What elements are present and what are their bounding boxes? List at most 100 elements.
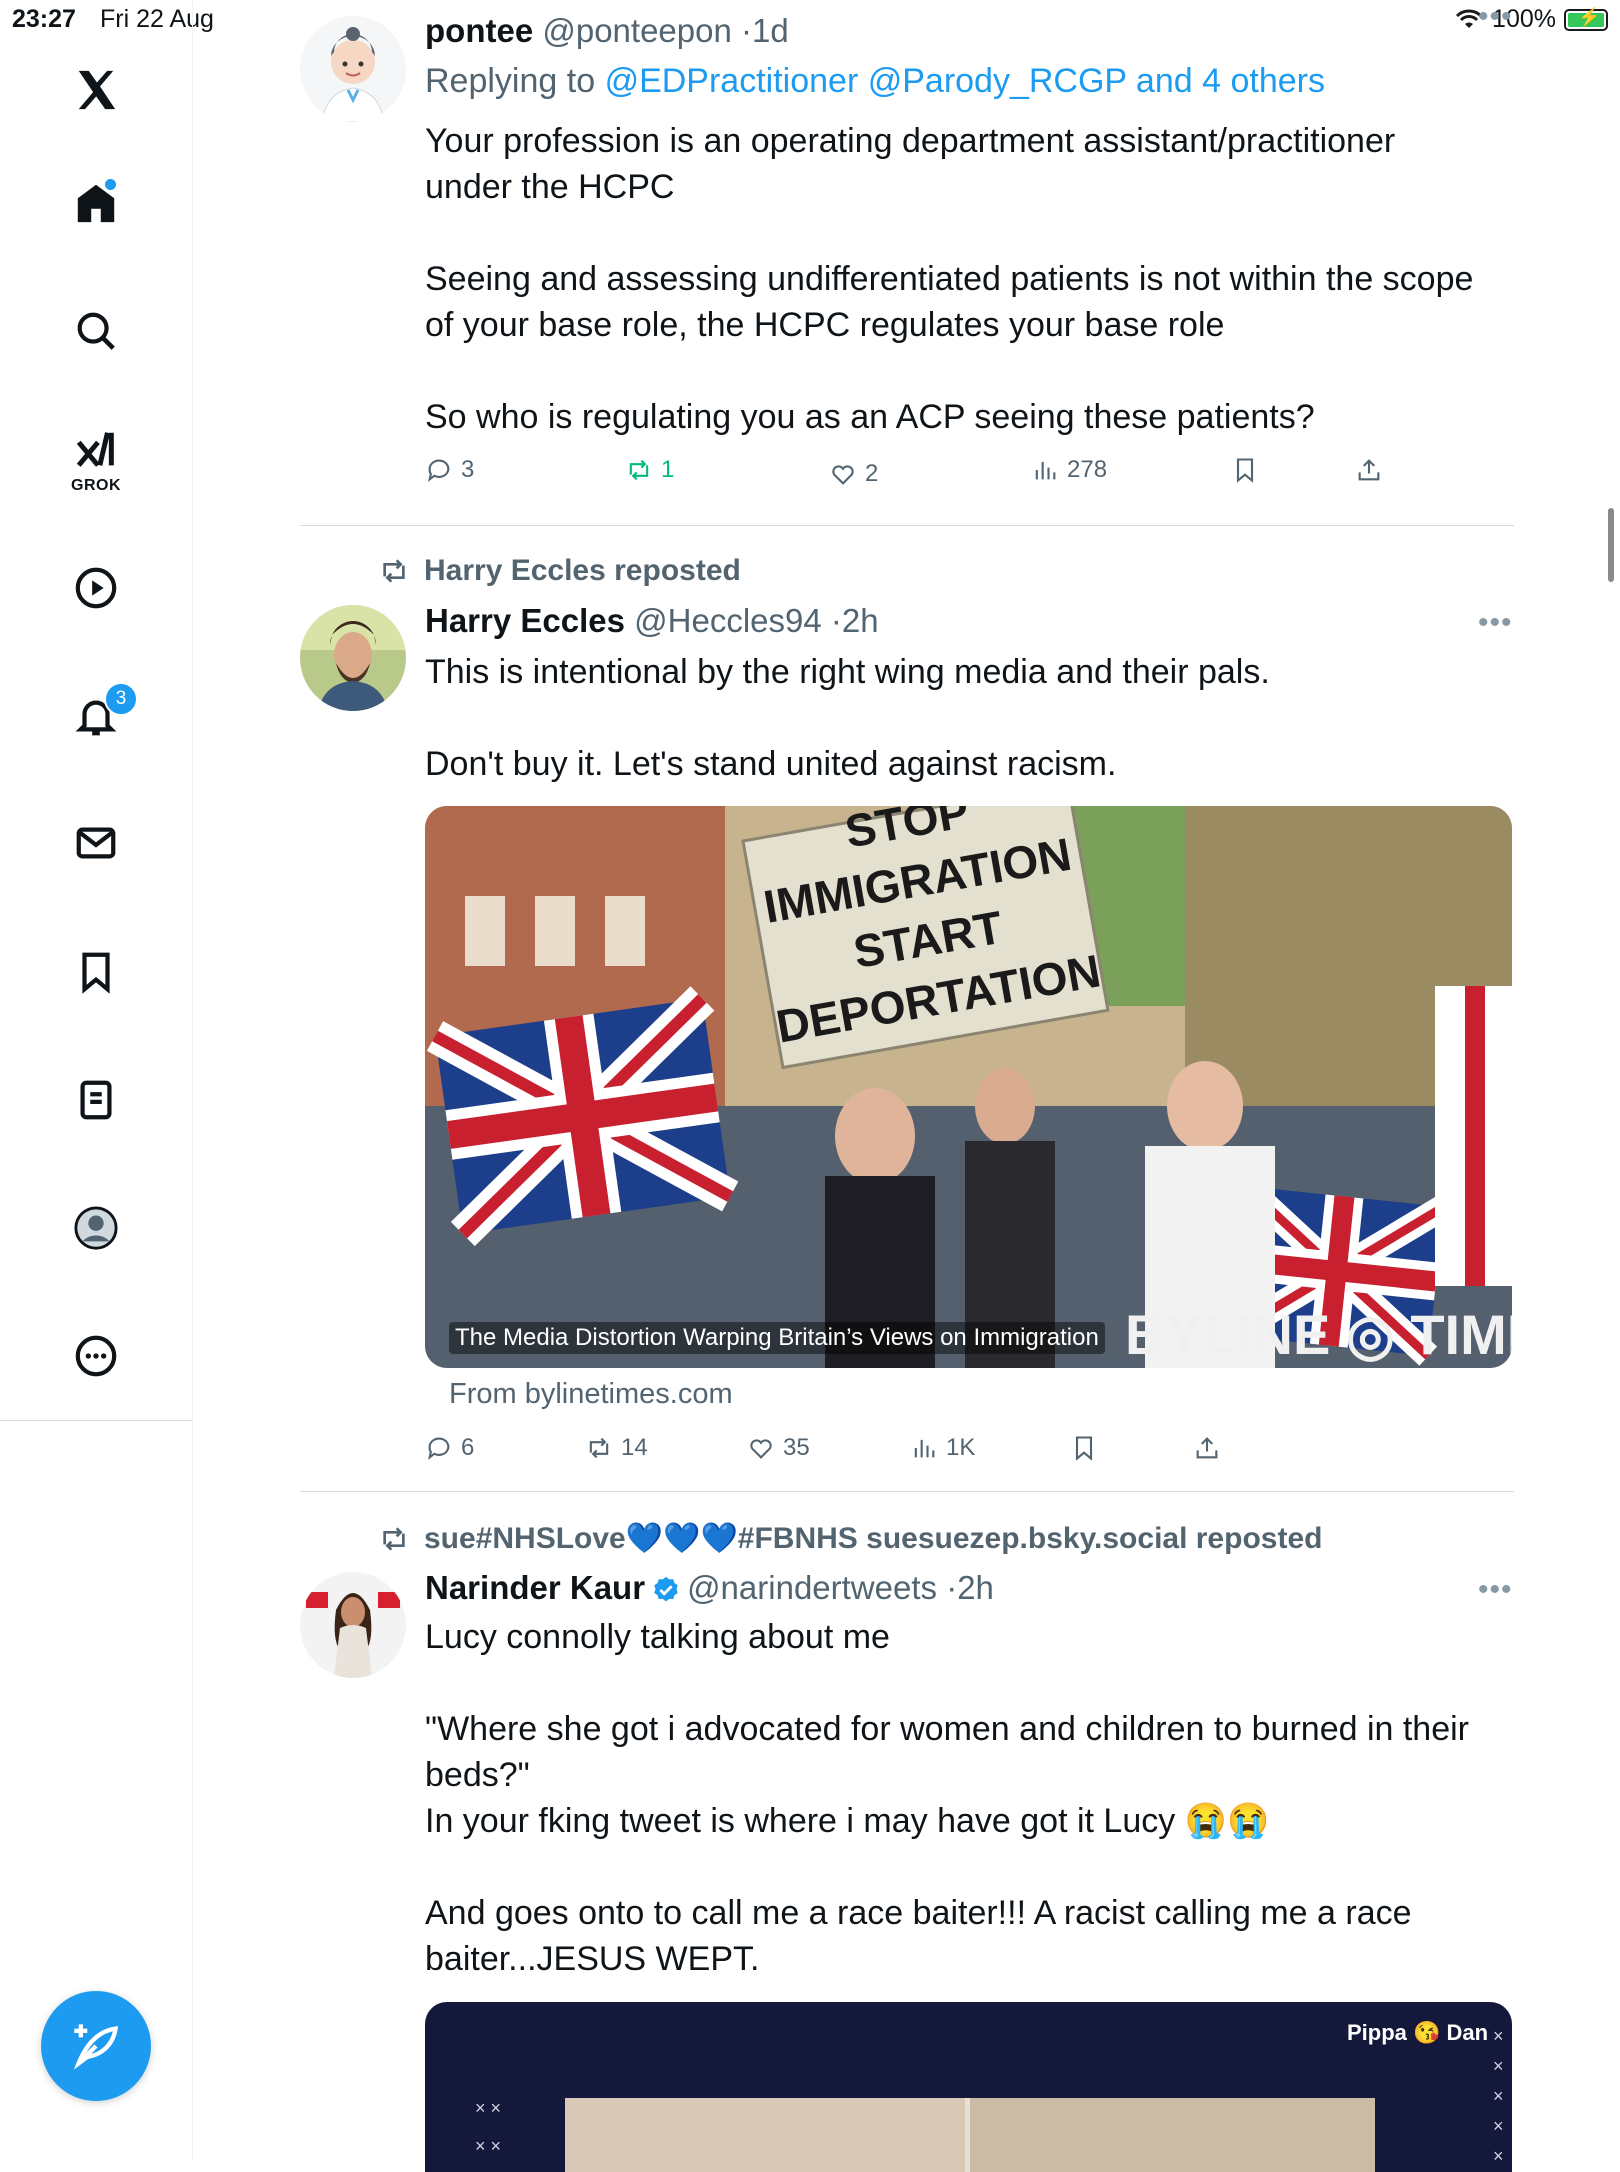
tweet-text: Lucy connolly talking about me "Where sh…: [425, 1618, 1470, 1978]
sidebar-item-messages[interactable]: [56, 803, 136, 883]
link-card[interactable]: STOP IMMIGRATION START DEPORTATION BYLIN…: [425, 806, 1512, 1368]
reply-count: 3: [461, 456, 475, 483]
status-bar: 23:27 Fri 22 Aug 100% ⚡: [0, 0, 1620, 40]
sidebar-divider: [0, 1420, 192, 1421]
sidebar-item-more[interactable]: [56, 1316, 136, 1396]
grok-icon: [76, 432, 114, 467]
more-options-icon[interactable]: •••: [1478, 0, 1513, 34]
compose-icon: [73, 2024, 119, 2070]
tweet-text: This is intentional by the right wing me…: [425, 653, 1270, 783]
svg-text:×: ×: [1493, 2086, 1504, 2106]
author-name[interactable]: Harry Eccles: [425, 602, 625, 639]
sidebar-item-lists[interactable]: [56, 1060, 136, 1140]
views-icon: [1035, 461, 1056, 480]
repost-icon: [383, 1526, 405, 1551]
author-name[interactable]: Narinder Kaur: [425, 1569, 645, 1606]
heart-icon: [832, 465, 854, 485]
views-button[interactable]: 1K: [910, 1434, 975, 1462]
protest-photo: STOP IMMIGRATION START DEPORTATION BYLIN…: [425, 806, 1512, 1368]
home-unread-dot: [105, 179, 116, 190]
author-name[interactable]: pontee: [425, 12, 533, 49]
mail-icon: [76, 827, 116, 859]
repost-button[interactable]: 1: [625, 456, 674, 484]
reply-icon: [428, 1437, 450, 1460]
bookmark-icon: [82, 952, 110, 994]
like-button[interactable]: 35: [747, 1434, 810, 1462]
svg-text:×: ×: [1493, 2146, 1504, 2166]
scrollbar[interactable]: [1608, 508, 1614, 582]
replying-to: Replying to @EDPractitioner @Parody_RCGP…: [425, 62, 1325, 101]
tweet-divider: [300, 525, 1514, 526]
list-icon: [80, 1080, 112, 1120]
repost-count: 14: [621, 1434, 648, 1461]
reply-button[interactable]: 3: [425, 456, 474, 484]
byline-times-logo: BYLINE ◎ TIMES: [1125, 1303, 1512, 1366]
compose-button[interactable]: [41, 1991, 151, 2101]
tweet-author: Narinder Kaur @narindertweets ·2h: [425, 1569, 994, 1607]
grok-label: GROK: [71, 477, 121, 494]
author-handle[interactable]: @Heccles94: [634, 602, 822, 639]
bookmark-button[interactable]: [1231, 456, 1259, 484]
views-icon: [914, 1439, 935, 1458]
sidebar-item-home[interactable]: [56, 163, 136, 243]
separator-dot: ·: [741, 12, 753, 49]
search-icon: [77, 312, 115, 350]
tweet-time[interactable]: 2h: [842, 602, 879, 639]
sidebar-item-notifications[interactable]: 3: [56, 676, 138, 756]
heart-icon: [750, 1439, 772, 1459]
bookmark-icon: [1236, 458, 1254, 483]
repost-icon: [589, 1437, 609, 1459]
view-count: 278: [1067, 456, 1108, 483]
more-options-icon[interactable]: •••: [1478, 1573, 1513, 1607]
svg-text:×: ×: [1493, 2056, 1504, 2076]
separator-dot: ·: [830, 602, 842, 639]
views-button[interactable]: 278: [1031, 456, 1107, 484]
play-icon: [75, 567, 117, 609]
harry-eccles-avatar-image: [300, 605, 406, 711]
reposted-by[interactable]: sue#NHSLove💙💙💙#FBNHS suesuezep.bsky.soci…: [424, 1521, 1322, 1556]
like-count: 2: [865, 460, 879, 487]
tweet-time[interactable]: 2h: [957, 1569, 994, 1606]
avatar[interactable]: [300, 605, 406, 711]
card-source[interactable]: From bylinetimes.com: [449, 1378, 733, 1411]
replying-to-prefix: Replying to: [425, 62, 596, 100]
tweet-author: pontee @ponteepon ·1d: [425, 12, 789, 50]
sidebar-item-explore[interactable]: [56, 291, 136, 371]
doctor-avatar-image: [300, 16, 406, 122]
reposted-by[interactable]: Harry Eccles reposted: [424, 554, 741, 588]
battery-icon: ⚡: [1564, 7, 1608, 31]
svg-text:×: ×: [1493, 2026, 1504, 2046]
video-media[interactable]: × × × × × × × × × Pippa 😘 Dan: [425, 2002, 1512, 2172]
sidebar-item-video[interactable]: [56, 548, 136, 628]
share-button[interactable]: [1355, 456, 1383, 484]
replying-to-handles[interactable]: @EDPractitioner @Parody_RCGP and 4 other…: [605, 62, 1325, 100]
more-icon: [75, 1335, 117, 1377]
x-logo[interactable]: [56, 50, 136, 130]
reply-icon: [428, 459, 450, 482]
like-button[interactable]: 2: [829, 460, 878, 488]
separator-dot: ·: [946, 1569, 958, 1606]
avatar[interactable]: [300, 16, 406, 122]
svg-text:× ×: × ×: [475, 2136, 501, 2156]
reply-button[interactable]: 6: [425, 1434, 474, 1462]
repost-header: Harry Eccles reposted: [378, 554, 741, 588]
svg-text:×: ×: [1493, 2116, 1504, 2136]
sidebar-item-profile[interactable]: [56, 1188, 136, 1268]
view-count: 1K: [946, 1434, 976, 1461]
share-button[interactable]: [1193, 1434, 1221, 1462]
bookmark-button[interactable]: [1070, 1434, 1098, 1462]
repost-button[interactable]: 14: [585, 1434, 648, 1462]
more-options-icon[interactable]: •••: [1478, 606, 1513, 640]
avatar[interactable]: [300, 1572, 406, 1678]
sidebar-item-bookmarks[interactable]: [56, 932, 136, 1012]
share-icon: [1358, 459, 1380, 481]
repost-icon: [383, 559, 405, 583]
author-handle[interactable]: @ponteepon: [542, 12, 732, 49]
tweet-divider: [300, 1491, 1514, 1492]
narinder-kaur-avatar-image: [300, 1572, 406, 1678]
verified-badge-icon: [654, 1577, 678, 1602]
notifications-badge: 3: [104, 682, 138, 716]
tweet-time[interactable]: 1d: [752, 12, 789, 49]
bookmark-icon: [1075, 1436, 1093, 1461]
author-handle[interactable]: @narindertweets: [687, 1569, 937, 1606]
